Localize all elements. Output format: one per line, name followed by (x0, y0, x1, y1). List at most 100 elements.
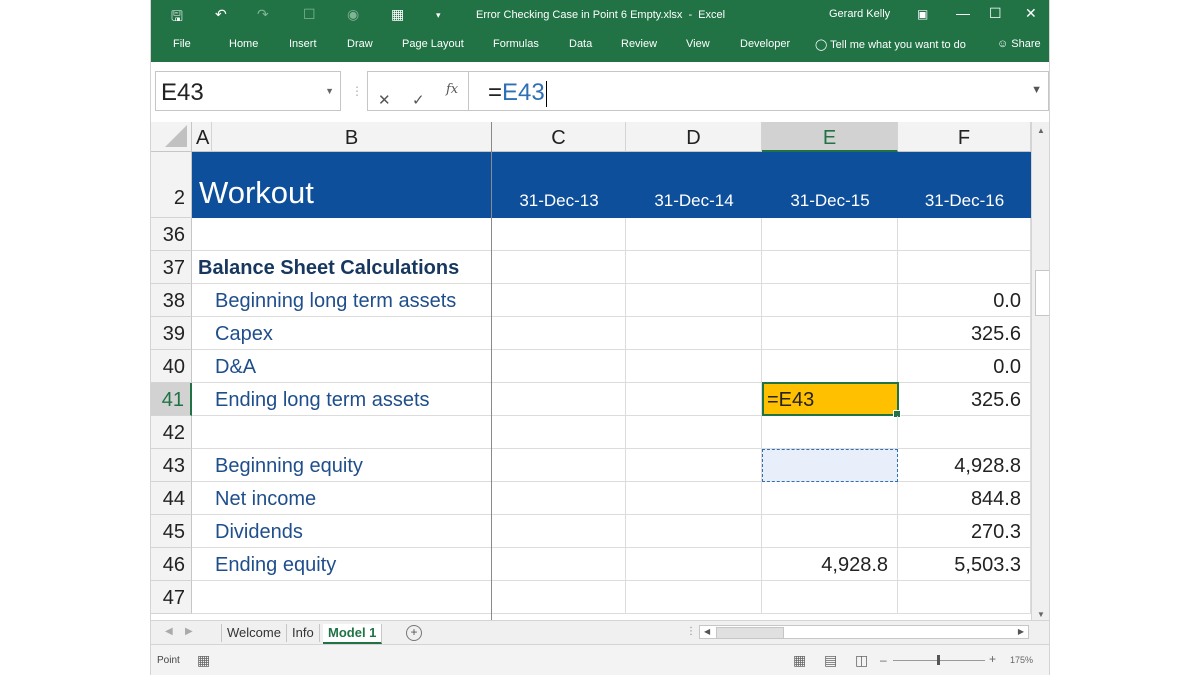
row-header-44[interactable]: 44 (151, 482, 192, 515)
name-box[interactable]: E43 ▼ (155, 71, 341, 111)
row-header-38[interactable]: 38 (151, 284, 192, 317)
prev-sheet-icon[interactable]: ◀ (165, 626, 173, 637)
tab-formulas[interactable]: Formulas (493, 38, 539, 50)
tab-view[interactable]: View (686, 38, 710, 50)
date-header-c[interactable]: 31-Dec-13 (492, 191, 626, 211)
save-icon[interactable]: 🖫 (171, 6, 183, 30)
value-f[interactable]: 325.6 (971, 323, 1021, 346)
cell-d39[interactable] (626, 317, 762, 350)
cell-c37[interactable] (492, 251, 626, 284)
column-header-a[interactable]: A (192, 122, 212, 152)
redo-icon[interactable]: ↷ (257, 6, 269, 23)
value-f[interactable]: 325.6 (971, 389, 1021, 412)
cell-a45[interactable] (192, 515, 212, 548)
touch-mode-icon[interactable]: ☐ (303, 6, 316, 23)
minimize-icon[interactable]: — (956, 5, 970, 21)
cell-e39[interactable] (762, 317, 898, 350)
cell-e37[interactable] (762, 251, 898, 284)
row-header-43[interactable]: 43 (151, 449, 192, 482)
value-f[interactable]: 0.0 (993, 356, 1021, 379)
cell-c44[interactable] (492, 482, 626, 515)
cell-f37[interactable] (898, 251, 1031, 284)
cell-d36[interactable] (626, 218, 762, 251)
row-label[interactable]: Net income (215, 488, 316, 511)
cell-a41[interactable] (192, 383, 212, 416)
row-header-2[interactable]: 2 (151, 152, 192, 218)
next-sheet-icon[interactable]: ▶ (185, 626, 193, 637)
cell-b42[interactable] (212, 416, 492, 449)
cell-a47[interactable] (192, 581, 212, 614)
cell-d43[interactable] (626, 449, 762, 482)
cancel-icon[interactable]: ✕ (378, 91, 391, 109)
row-header-42[interactable]: 42 (151, 416, 192, 449)
tab-draw[interactable]: Draw (347, 38, 373, 50)
cell-c42[interactable] (492, 416, 626, 449)
insert-function-icon[interactable]: fx (446, 82, 458, 97)
horizontal-scroll-thumb[interactable] (716, 627, 784, 639)
page-break-view-icon[interactable]: ◫ (855, 652, 868, 669)
tab-insert[interactable]: Insert (289, 38, 317, 50)
cell-c43[interactable] (492, 449, 626, 482)
formula-bar-grip-icon[interactable]: ⋮ (351, 84, 363, 98)
cell-c36[interactable] (492, 218, 626, 251)
active-cell-e41[interactable]: =E43 (762, 382, 901, 418)
value-e[interactable]: 4,928.8 (821, 554, 888, 577)
row-label[interactable]: Balance Sheet Calculations (198, 257, 459, 280)
cell-d40[interactable] (626, 350, 762, 383)
referenced-cell-e43[interactable] (762, 449, 898, 482)
tab-file[interactable]: File (173, 38, 191, 50)
camera-icon[interactable]: ◉ (347, 6, 359, 23)
enter-icon[interactable]: ✓ (412, 91, 425, 109)
row-header-37[interactable]: 37 (151, 251, 192, 284)
cell-d44[interactable] (626, 482, 762, 515)
row-header-36[interactable]: 36 (151, 218, 192, 251)
cell-a36[interactable] (192, 218, 212, 251)
cell-d46[interactable] (626, 548, 762, 581)
value-f[interactable]: 5,503.3 (954, 554, 1021, 577)
row-header-40[interactable]: 40 (151, 350, 192, 383)
cell-f47[interactable] (898, 581, 1031, 614)
column-header-d[interactable]: D (626, 122, 762, 152)
value-f[interactable]: 270.3 (971, 521, 1021, 544)
tab-review[interactable]: Review (621, 38, 657, 50)
cell-c40[interactable] (492, 350, 626, 383)
row-label[interactable]: Beginning long term assets (215, 290, 456, 313)
row-header-46[interactable]: 46 (151, 548, 192, 581)
value-f[interactable]: 844.8 (971, 488, 1021, 511)
row-label[interactable]: Dividends (215, 521, 303, 544)
cell-d41[interactable] (626, 383, 762, 416)
close-icon[interactable]: ✕ (1025, 5, 1037, 22)
scroll-right-icon[interactable]: ▶ (1018, 627, 1024, 636)
cell-f42[interactable] (898, 416, 1031, 449)
ribbon-display-options-icon[interactable]: ▣ (917, 7, 928, 21)
chevron-down-icon[interactable]: ▼ (325, 86, 334, 96)
cell-d38[interactable] (626, 284, 762, 317)
undo-icon[interactable]: ↶ (215, 6, 227, 23)
tab-developer[interactable]: Developer (740, 38, 790, 50)
cell-c47[interactable] (492, 581, 626, 614)
cell-f36[interactable] (898, 218, 1031, 251)
date-header-d[interactable]: 31-Dec-14 (626, 191, 762, 211)
vertical-scrollbar[interactable]: ▲ ▼ (1031, 122, 1049, 620)
tab-data[interactable]: Data (569, 38, 592, 50)
scroll-up-icon[interactable]: ▲ (1037, 126, 1045, 135)
cell-b36[interactable] (212, 218, 492, 251)
cell-e40[interactable] (762, 350, 898, 383)
page-layout-view-icon[interactable]: ▤ (824, 652, 837, 669)
sheet-tab-model-1[interactable]: Model 1 (323, 624, 383, 644)
column-header-e[interactable]: E (762, 122, 898, 152)
tell-me-search[interactable]: ◯ Tell me what you want to do (815, 38, 966, 51)
tab-split-grip-icon[interactable]: ⋮ (686, 626, 696, 637)
cell-d47[interactable] (626, 581, 762, 614)
calculator-icon[interactable]: ▦ (391, 6, 404, 23)
cell-e47[interactable] (762, 581, 898, 614)
share-button[interactable]: ☺ Share (997, 38, 1041, 50)
normal-view-icon[interactable]: ▦ (793, 652, 806, 669)
row-label[interactable]: Ending equity (215, 554, 336, 577)
row-header-47[interactable]: 47 (151, 581, 192, 614)
workout-title[interactable]: Workout (199, 175, 314, 211)
cell-c41[interactable] (492, 383, 626, 416)
cell-a38[interactable] (192, 284, 212, 317)
cell-a46[interactable] (192, 548, 212, 581)
macro-recording-icon[interactable]: ▦ (197, 652, 210, 669)
